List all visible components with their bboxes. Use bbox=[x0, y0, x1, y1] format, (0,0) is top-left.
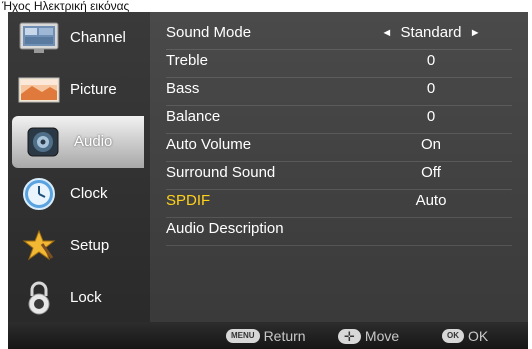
sidebar-item-label: Audio bbox=[74, 133, 113, 150]
menu-row-spdif[interactable]: SPDIF Auto bbox=[166, 189, 512, 218]
audio-icon bbox=[22, 124, 64, 160]
footer-key-hints: MENU Return ✛ Move OK OK bbox=[8, 322, 528, 349]
menu-row-sound-mode[interactable]: Sound Mode ◄ Standard ► bbox=[166, 21, 512, 50]
audio-settings-panel: Sound Mode ◄ Standard ► Treble 0 Bass 0 … bbox=[150, 12, 528, 322]
arrow-right-icon[interactable]: ► bbox=[470, 27, 481, 39]
hint-label: Move bbox=[364, 328, 400, 344]
arrow-left-icon[interactable]: ◄ bbox=[381, 27, 392, 39]
menu-row-value: 0 bbox=[426, 52, 436, 69]
menu-row-label: Auto Volume bbox=[166, 136, 252, 153]
sidebar-item-setup[interactable]: Setup bbox=[8, 220, 150, 272]
sound-mode-selector[interactable]: ◄ Standard ► bbox=[366, 24, 496, 41]
sidebar-item-label: Clock bbox=[70, 185, 108, 202]
sidebar-item-clock[interactable]: Clock bbox=[8, 168, 150, 220]
picture-icon bbox=[18, 72, 60, 108]
channel-icon bbox=[18, 20, 60, 56]
sidebar-item-label: Channel bbox=[70, 29, 126, 46]
menu-row-bass[interactable]: Bass 0 bbox=[166, 77, 512, 106]
menu-row-value: On bbox=[420, 136, 441, 153]
menu-row-value: Off bbox=[421, 164, 441, 181]
menu-row-balance[interactable]: Balance 0 bbox=[166, 105, 512, 134]
menu-row-label: SPDIF bbox=[166, 192, 211, 209]
menu-key-icon: MENU bbox=[226, 329, 260, 343]
menu-row-value: 0 bbox=[426, 108, 436, 125]
menu-row-value: 0 bbox=[426, 80, 436, 97]
menu-row-label: Treble bbox=[166, 52, 208, 69]
sidebar-item-lock[interactable]: Lock bbox=[8, 272, 150, 324]
category-sidebar: Channel Picture Audio Clock Setup Lock bbox=[8, 12, 150, 322]
menu-row-value: Auto bbox=[415, 192, 447, 209]
menu-row-label: Surround Sound bbox=[166, 164, 276, 181]
menu-row-auto-volume[interactable]: Auto Volume On bbox=[166, 133, 512, 162]
sidebar-item-channel[interactable]: Channel bbox=[8, 12, 150, 64]
clock-icon bbox=[18, 176, 60, 212]
hint-label: Return bbox=[263, 328, 306, 344]
menu-row-label: Sound Mode bbox=[166, 24, 252, 41]
sidebar-item-label: Picture bbox=[70, 81, 117, 98]
dpad-key-icon: ✛ bbox=[338, 328, 361, 344]
menu-row-label: Bass bbox=[166, 80, 200, 97]
menu-row-value: Standard bbox=[400, 24, 462, 41]
sidebar-item-audio[interactable]: Audio bbox=[12, 116, 144, 168]
lock-icon bbox=[18, 280, 60, 316]
sidebar-item-picture[interactable]: Picture bbox=[8, 64, 150, 116]
setup-icon bbox=[18, 228, 60, 264]
hint-move: ✛ Move bbox=[338, 326, 399, 346]
menu-row-audio-description[interactable]: Audio Description bbox=[166, 217, 512, 246]
menu-row-label: Audio Description bbox=[166, 220, 284, 237]
sidebar-item-label: Lock bbox=[70, 289, 102, 306]
hint-label: OK bbox=[468, 328, 489, 344]
hint-ok: OK OK bbox=[442, 326, 488, 346]
menu-row-surround-sound[interactable]: Surround Sound Off bbox=[166, 161, 512, 190]
hint-return: MENU Return bbox=[226, 326, 306, 346]
ok-key-icon: OK bbox=[442, 329, 464, 343]
menu-row-treble[interactable]: Treble 0 bbox=[166, 49, 512, 78]
menu-row-label: Balance bbox=[166, 108, 221, 125]
sidebar-item-label: Setup bbox=[70, 237, 110, 254]
